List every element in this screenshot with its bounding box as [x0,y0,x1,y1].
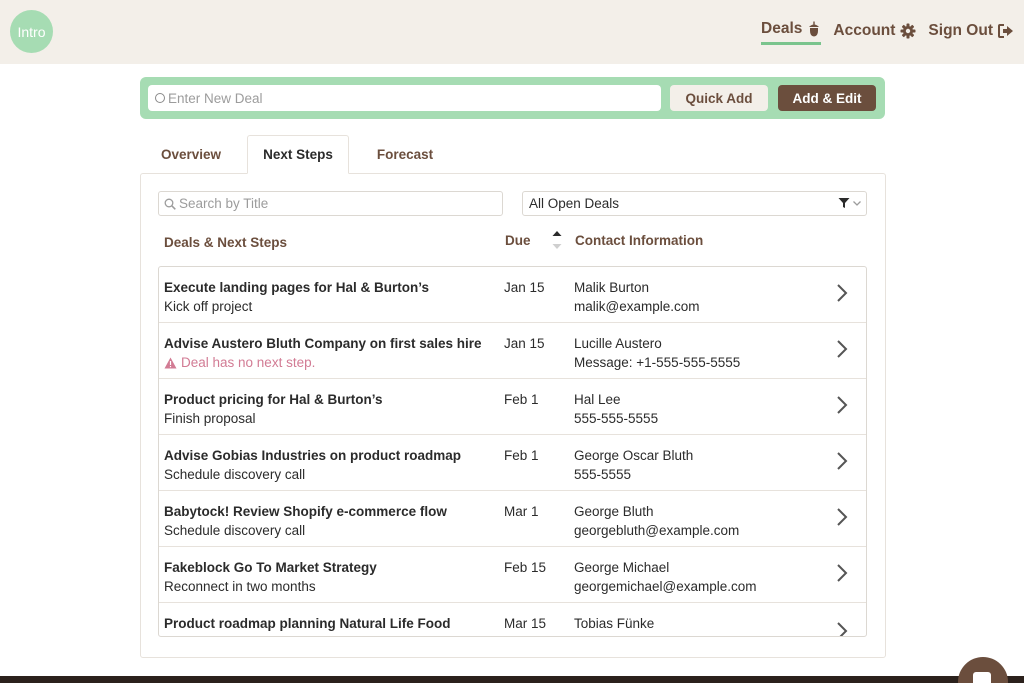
gear-icon [900,23,916,39]
next-step: Schedule discovery call [164,467,306,482]
due-date: Jan 15 [504,280,545,295]
column-header-deals[interactable]: Deals & Next Steps [164,235,287,250]
table-row[interactable]: Product roadmap planning Natural Life Fo… [159,603,866,636]
next-step: Kick off project [164,299,253,314]
main-nav: Deals Account Sign Out [749,20,1014,45]
acorn-icon [807,21,821,37]
nav-deals[interactable]: Deals [761,20,822,45]
tab-next-steps[interactable]: Next Steps [247,135,349,174]
deal-title[interactable]: Product pricing for Hal & Burton’s [164,392,383,407]
deal-title[interactable]: Advise Austero Bluth Company on first sa… [164,336,482,351]
next-step: Deal has no next step. [181,355,316,370]
logo[interactable]: Intro [10,10,53,53]
next-step: Reconnect in two months [164,579,316,594]
search-placeholder: Search by Title [179,196,269,211]
contact-name: Lucille Austero [574,336,662,351]
contact-name: George Michael [574,560,670,575]
chevron-right-icon[interactable] [835,339,849,364]
nav-account-label: Account [833,21,896,39]
footer-bar [0,676,1024,683]
due-date: Mar 1 [504,504,539,519]
contact-name: Malik Burton [574,280,650,295]
circle-icon [155,93,165,103]
chevron-right-icon[interactable] [835,283,849,308]
column-header-due[interactable]: Due [505,233,531,248]
contact-info: georgebluth@example.com [574,523,740,538]
add-edit-button[interactable]: Add & Edit [778,85,876,111]
chevron-right-icon[interactable] [835,507,849,532]
table-row[interactable]: Advise Austero Bluth Company on first sa… [159,323,866,379]
contact-info: 555-5555 [574,467,632,482]
deal-title[interactable]: Babytock! Review Shopify e-commerce flow [164,504,447,519]
deal-filter-value: All Open Deals [529,196,620,211]
deal-title[interactable]: Product roadmap planning Natural Life Fo… [164,616,451,631]
column-header-contact[interactable]: Contact Information [575,233,703,248]
table-row[interactable]: Execute landing pages for Hal & Burton’s… [159,267,866,323]
new-deal-bar: Enter New Deal Quick Add Add & Edit [140,77,885,119]
contact-name: George Bluth [574,504,654,519]
table-row[interactable]: Fakeblock Go To Market Strategy Reconnec… [159,547,866,603]
due-date: Feb 1 [504,392,539,407]
nav-sign-out-label: Sign Out [928,21,993,39]
sign-out-icon [998,23,1014,38]
next-step: Finish proposal [164,411,256,426]
tab-overview[interactable]: Overview [150,135,232,174]
nav-deals-label: Deals [761,20,803,37]
top-header: Intro Deals Account Sign Out [0,0,1024,64]
chevron-right-icon[interactable] [835,621,849,636]
funnel-icon [838,198,850,208]
deal-title[interactable]: Advise Gobias Industries on product road… [164,448,461,463]
new-deal-placeholder: Enter New Deal [168,90,263,106]
due-date: Jan 15 [504,336,545,351]
next-step-warning: Deal has no next step. [164,355,315,370]
deal-filter-select[interactable]: All Open Deals [522,191,867,216]
due-date: Feb 1 [504,448,539,463]
contact-name: Tobias Fünke [574,616,655,631]
search-input[interactable]: Search by Title [158,191,503,216]
contact-name: Hal Lee [574,392,621,407]
contact-info: Message: +1-555-555-5555 [574,355,741,370]
search-icon [164,198,176,210]
contact-info: georgemichael@example.com [574,579,757,594]
warning-icon [164,357,177,369]
due-date: Mar 15 [504,616,547,631]
nav-account[interactable]: Account [833,22,916,44]
next-step: Schedule discovery call [164,523,306,538]
chat-icon [973,672,991,683]
chevron-right-icon[interactable] [835,395,849,420]
contact-info: malik@example.com [574,299,700,314]
due-date: Feb 15 [504,560,547,575]
deal-list: Execute landing pages for Hal & Burton’s… [158,266,867,637]
chat-launcher-button[interactable] [958,657,1008,683]
table-row[interactable]: Advise Gobias Industries on product road… [159,435,866,491]
chevron-down-icon [853,201,861,206]
table-row[interactable]: Babytock! Review Shopify e-commerce flow… [159,491,866,547]
table-row[interactable]: Product pricing for Hal & Burton’s Finis… [159,379,866,435]
quick-add-button[interactable]: Quick Add [670,85,768,111]
tab-forecast[interactable]: Forecast [362,135,448,174]
deal-title[interactable]: Fakeblock Go To Market Strategy [164,560,377,575]
nav-sign-out[interactable]: Sign Out [928,22,1014,44]
contact-info: 555-555-5555 [574,411,659,426]
chevron-right-icon[interactable] [835,451,849,476]
chevron-right-icon[interactable] [835,563,849,588]
sort-icon[interactable] [551,229,563,258]
new-deal-input[interactable]: Enter New Deal [148,85,661,111]
deal-title[interactable]: Execute landing pages for Hal & Burton’s [164,280,429,295]
filter-icons [838,197,862,209]
contact-name: George Oscar Bluth [574,448,694,463]
